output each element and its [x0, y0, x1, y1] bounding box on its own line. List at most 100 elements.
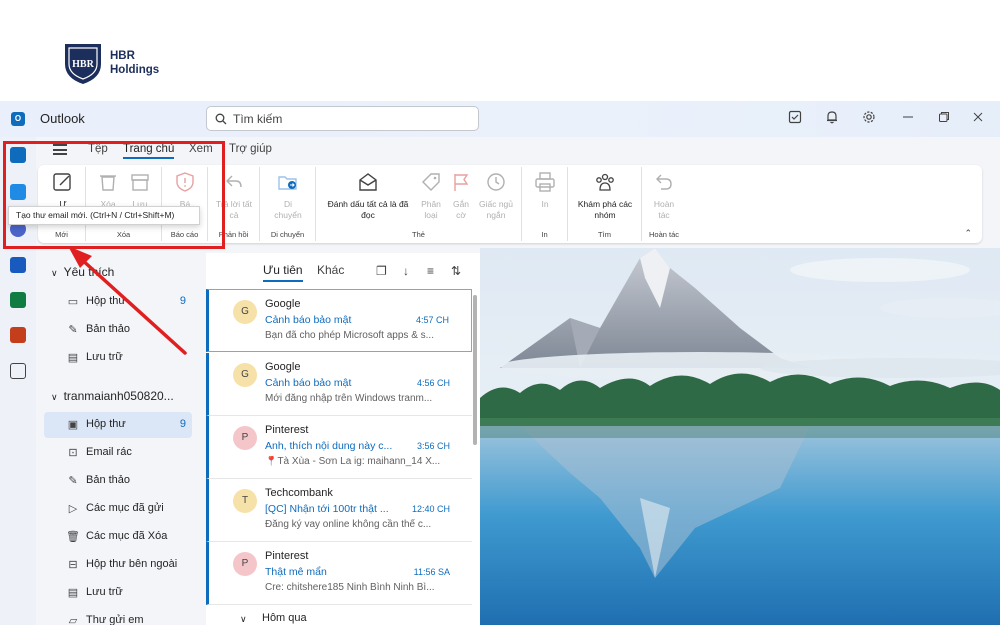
- message-item[interactable]: P Pinterest Anh, thích nội dung này c...…: [206, 416, 472, 479]
- mark-all-read-button[interactable]: Đánh dấu tất cả là đã đọc: [320, 171, 416, 221]
- rail-mail-icon[interactable]: [10, 147, 26, 163]
- discover-groups-button[interactable]: Khám phá các nhóm: [572, 171, 638, 221]
- avatar: T: [233, 489, 257, 513]
- tab-help[interactable]: Trợ giúp: [229, 143, 272, 155]
- search-box[interactable]: [206, 106, 479, 131]
- message-item[interactable]: G Google Cảnh báo bảo mật 4:57 CH Bạn đã…: [206, 289, 472, 352]
- undo-label-1: Hoàn: [653, 199, 675, 209]
- bell-icon[interactable]: [823, 110, 841, 128]
- tab-other[interactable]: Khác: [317, 263, 344, 277]
- flag-label-1: Gắn: [452, 199, 470, 209]
- folder-deleted[interactable]: 🗑 Các mục đã Xóa: [44, 524, 192, 550]
- delete-button[interactable]: Xóa: [94, 171, 122, 210]
- group-label-new: Mới: [55, 230, 68, 239]
- tab-home[interactable]: Trang chủ: [123, 143, 175, 159]
- ribbon-group-find: Khám phá các nhóm Tìm: [568, 167, 642, 241]
- shield-logo-icon: HBR: [65, 44, 101, 84]
- message-list-scrollbar[interactable]: [473, 295, 477, 445]
- message-item[interactable]: T Techcombank [QC] Nhận tới 100tr thật .…: [206, 479, 472, 542]
- archive-icon: [131, 174, 149, 191]
- reply-all-button[interactable]: Trả lời tất cả: [212, 171, 256, 221]
- print-button[interactable]: In: [530, 171, 560, 210]
- sort-icon[interactable]: ⇅: [451, 264, 461, 278]
- move-label-1: Di: [283, 199, 293, 209]
- settings-gear-icon[interactable]: [860, 110, 878, 128]
- restore-icon[interactable]: [935, 110, 953, 128]
- folder-favorites-inbox[interactable]: ▭ Hộp thư 9: [44, 289, 192, 315]
- folder-favorites-drafts[interactable]: ✎ Bản thảo: [44, 317, 192, 343]
- report-shield-icon: [176, 172, 194, 192]
- rail-powerpoint-icon[interactable]: [10, 327, 26, 343]
- ribbon-group-undo: Hoàn tác Hoàn tác: [642, 167, 686, 241]
- move-button[interactable]: Di chuyển: [268, 171, 308, 221]
- group-label-tags: Thẻ: [412, 230, 425, 239]
- message-item[interactable]: G Google Cảnh báo bảo mật 4:56 CH Mới đă…: [206, 353, 472, 416]
- rail-calendar-icon[interactable]: [10, 184, 26, 200]
- collapse-ribbon-icon[interactable]: ⌃: [964, 228, 972, 239]
- archive-button[interactable]: Lưu: [126, 171, 154, 210]
- rail-excel-icon[interactable]: [10, 292, 26, 308]
- outlook-app-icon: O: [11, 112, 25, 126]
- mark-all-read-label-2: đọc: [361, 210, 375, 220]
- clock-icon: [487, 173, 505, 191]
- jump-down-icon[interactable]: ↓: [403, 264, 409, 278]
- logo-line2: Holdings: [110, 64, 160, 76]
- hbr-logo: HBR HBR Holdings: [62, 40, 159, 86]
- notes-icon[interactable]: [786, 110, 804, 128]
- flag-button[interactable]: Gắn cờ: [446, 171, 476, 221]
- search-icon: [215, 113, 227, 124]
- filter-icon[interactable]: ≡: [427, 264, 434, 278]
- inbox-icon: ▣: [67, 419, 79, 431]
- rail-word-icon[interactable]: [10, 257, 26, 273]
- message-sender: Pinterest: [265, 550, 309, 562]
- snooze-button[interactable]: Giấc ngủ ngắn: [476, 171, 516, 221]
- search-input[interactable]: [233, 111, 453, 126]
- folder-inbox[interactable]: ▣ Hộp thư 9: [44, 412, 192, 438]
- message-preview: Mới đăng nhập trên Windows tranm...: [265, 393, 433, 404]
- folder-junk[interactable]: ⊡ Email rác: [44, 440, 192, 466]
- archive-icon: ▤: [67, 587, 79, 599]
- app-title: Outlook: [40, 111, 85, 126]
- folder-drafts[interactable]: ✎ Bản thảo: [44, 468, 192, 494]
- message-item[interactable]: P Pinterest Thật mê mẩn 11:56 SA Cre: ch…: [206, 542, 472, 605]
- minimize-icon[interactable]: [899, 110, 917, 128]
- ribbon-group-report: Bá Báo cáo: [162, 167, 208, 241]
- draft-pencil-icon: ✎: [68, 324, 78, 336]
- categorize-button[interactable]: Phân loại: [416, 171, 446, 221]
- hamburger-menu-icon[interactable]: [53, 144, 67, 155]
- tab-focused[interactable]: Ưu tiên: [263, 263, 303, 282]
- group-header-yesterday[interactable]: ∨ Hôm qua: [206, 605, 472, 625]
- group-label-delete: Xóa: [116, 230, 131, 239]
- message-list-header: Ưu tiên Khác ❐ ↓ ≡ ⇅: [206, 253, 480, 289]
- folder-notes[interactable]: ▱ Thư gửi em: [44, 608, 192, 625]
- folder-favorites-archive[interactable]: ▤ Lưu trữ: [44, 345, 192, 371]
- folder-icon: ▱: [68, 615, 78, 625]
- rail-more-apps-icon[interactable]: [10, 363, 26, 379]
- reply-all-icon: [226, 175, 242, 188]
- discover-groups-label-2: nhóm: [594, 210, 616, 220]
- message-time: 12:40 CH: [411, 504, 450, 514]
- folder-outbox[interactable]: ⊟ Hộp thư bên ngoài: [44, 552, 192, 578]
- reply-all-label-1: Trả lời tất: [216, 199, 252, 209]
- logo-initials: HBR: [72, 59, 94, 70]
- new-mail-button[interactable]: Ư: [46, 171, 80, 210]
- categorize-label-2: loại: [424, 210, 438, 220]
- tab-file[interactable]: Tệp: [88, 143, 108, 155]
- account-header[interactable]: ∨ tranmaianh050820...: [51, 389, 174, 403]
- chevron-down-icon: ∨: [240, 614, 247, 624]
- message-preview: Bạn đã cho phép Microsoft apps & s...: [265, 330, 434, 341]
- undo-button[interactable]: Hoàn tác: [648, 171, 680, 221]
- flag-label-2: cờ: [456, 210, 466, 220]
- folder-move-icon: [278, 176, 297, 190]
- report-button[interactable]: Bá: [170, 171, 200, 210]
- logo-line1: HBR: [110, 50, 135, 62]
- select-icon[interactable]: ❐: [376, 264, 387, 278]
- group-label-move: Di chuyển: [270, 230, 305, 239]
- tab-view[interactable]: Xem: [189, 143, 213, 155]
- folder-archive[interactable]: ▤ Lưu trữ: [44, 580, 192, 606]
- move-label-2: chuyển: [274, 210, 302, 220]
- close-icon[interactable]: [969, 110, 987, 128]
- favorites-header[interactable]: ∨ Yêu thích: [51, 265, 114, 279]
- folder-sent[interactable]: ▷ Các mục đã gửi: [44, 496, 192, 522]
- message-time: 4:57 CH: [415, 315, 449, 325]
